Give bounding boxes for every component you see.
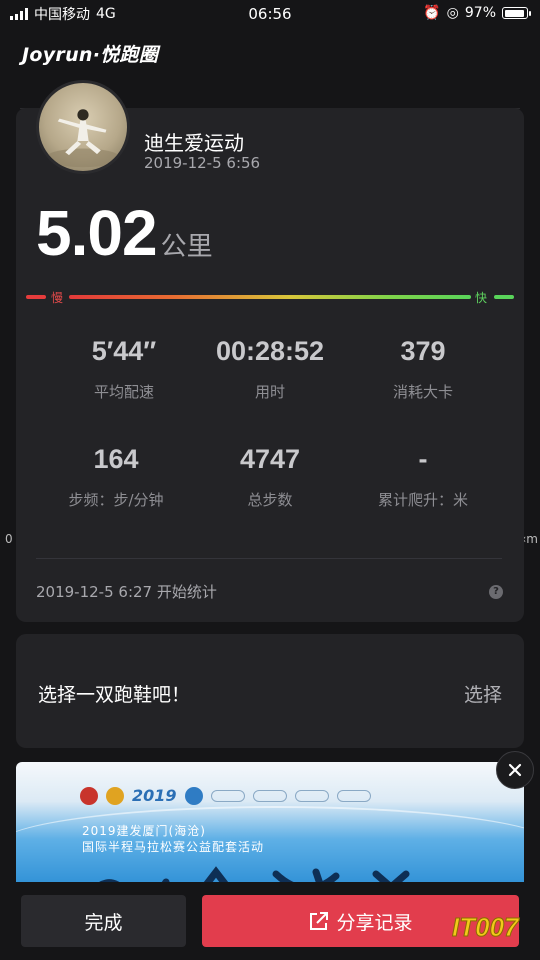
select-shoe-button[interactable]: 选择 bbox=[464, 680, 502, 707]
stat-label: 消耗大卡 bbox=[392, 383, 453, 401]
stat-label: 用时 bbox=[254, 383, 285, 401]
start-time-text: 2019-12-5 6:27 开始统计 bbox=[36, 583, 217, 601]
distance-value: 5.02 bbox=[36, 197, 158, 269]
banner-line-1: 2019建发厦门(海沧) bbox=[82, 824, 206, 838]
stat-duration: 00:28:52 用时 bbox=[190, 336, 350, 402]
help-icon[interactable]: ? bbox=[489, 585, 503, 599]
run-datetime: 2019-12-5 6:56 bbox=[144, 154, 261, 172]
stat-calories: 379 消耗大卡 bbox=[343, 336, 503, 402]
banner-line-2: 国际半程马拉松赛公益配套活动 bbox=[82, 840, 265, 854]
stat-label: 平均配速 bbox=[93, 383, 154, 401]
banner-logos: 2019 bbox=[80, 786, 371, 805]
share-icon bbox=[310, 912, 329, 930]
stat-elevation-gain: - 累计爬升：米 bbox=[343, 444, 503, 510]
slow-segment bbox=[26, 295, 46, 299]
close-icon bbox=[508, 763, 522, 777]
fast-segment bbox=[494, 295, 514, 299]
sponsor-logo bbox=[80, 786, 98, 805]
stat-label: 总步数 bbox=[247, 491, 293, 509]
avatar[interactable] bbox=[36, 80, 130, 174]
status-bar: 中国移动 4G 06:56 ⏰ ◎ 97% bbox=[0, 0, 540, 28]
speed-gradient bbox=[69, 295, 471, 299]
stat-value: 5′44″ bbox=[91, 336, 157, 366]
app-logo: Joyrun·悦跑圈 bbox=[22, 44, 159, 66]
divider bbox=[36, 558, 502, 559]
done-button[interactable]: 完成 bbox=[21, 895, 186, 947]
stat-value: 164 bbox=[93, 444, 139, 474]
stat-value: 379 bbox=[400, 336, 446, 366]
sponsor-logo bbox=[336, 789, 371, 802]
speed-gradient-bar: 慢 快 bbox=[26, 290, 514, 305]
sponsor-logo bbox=[294, 789, 329, 802]
orientation-lock-icon: ◎ bbox=[446, 5, 459, 21]
stat-label: 步频：步/分钟 bbox=[68, 491, 164, 509]
chart-axis-left-label: 0 bbox=[5, 532, 13, 546]
watermark-logo: IT007 bbox=[452, 912, 519, 943]
promo-banner[interactable]: 2019 2019建发厦门(海沧) 国际半程马拉松赛公益配套活动 bbox=[16, 762, 524, 902]
stat-total-steps: 4747 总步数 bbox=[190, 444, 350, 510]
battery-percent: 97% bbox=[464, 5, 496, 21]
alarm-icon: ⏰ bbox=[423, 5, 441, 21]
tai-chi-person-image bbox=[45, 109, 121, 168]
slow-label: 慢 bbox=[51, 291, 64, 305]
stat-cadence: 164 步频：步/分钟 bbox=[36, 444, 196, 510]
sponsor-logo bbox=[106, 786, 124, 805]
stat-value: 00:28:52 bbox=[215, 336, 325, 366]
close-banner-button[interactable] bbox=[496, 751, 534, 789]
stat-value: 4747 bbox=[239, 444, 301, 474]
stat-avg-pace: 5′44″ 平均配速 bbox=[44, 336, 204, 402]
sponsor-logo bbox=[184, 786, 203, 805]
distance-display: 5.02 公里 bbox=[36, 196, 213, 270]
sponsor-logo bbox=[252, 789, 287, 802]
shoe-prompt: 选择一双跑鞋吧！ bbox=[38, 684, 191, 706]
stat-value: - bbox=[418, 444, 428, 474]
distance-unit: 公里 bbox=[160, 232, 213, 262]
banner-year: 2019 bbox=[132, 786, 177, 805]
sponsor-logo bbox=[210, 789, 245, 802]
stat-label: 累计爬升：米 bbox=[377, 491, 468, 509]
user-name[interactable]: 迪生爱运动 bbox=[144, 127, 244, 156]
fast-label: 快 bbox=[475, 291, 488, 305]
share-label: 分享记录 bbox=[336, 911, 413, 934]
battery-icon bbox=[502, 7, 531, 19]
